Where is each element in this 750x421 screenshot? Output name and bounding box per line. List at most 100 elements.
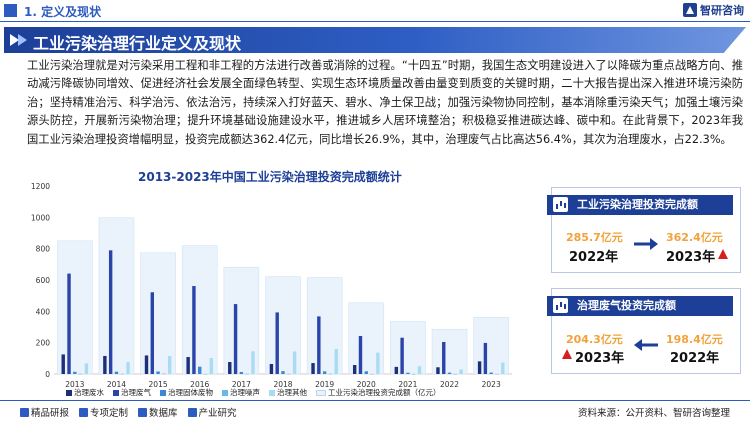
series-bar bbox=[477, 361, 482, 374]
footer-link-database[interactable]: 数据库 bbox=[138, 405, 178, 419]
waste-gas-investment-card: 治理废气投资完成额 204.3亿元 2023年 198.4亿元 2022年 bbox=[547, 288, 741, 374]
series-bar bbox=[317, 316, 321, 374]
data-source: 资料来源：公开资料、智研咨询整理 bbox=[577, 408, 730, 419]
series-bar bbox=[334, 349, 338, 374]
series-bar bbox=[84, 363, 89, 374]
series-bar bbox=[108, 250, 113, 374]
series-bar bbox=[73, 371, 77, 374]
increase-arrow-icon bbox=[562, 349, 572, 359]
series-bar bbox=[406, 372, 410, 374]
legend-label: 治理废气 bbox=[121, 388, 151, 397]
series-bar bbox=[144, 355, 149, 374]
left-arrow-icon bbox=[634, 339, 658, 351]
footer: 精品研报 专项定制 数据库 产业研究 资料来源：公开资料、智研咨询整理 bbox=[0, 400, 750, 421]
series-bar bbox=[376, 352, 380, 374]
investment-bar-chart: 0200400600800100012002013 2014 2015 2016 201… bbox=[31, 182, 512, 389]
series-bar bbox=[209, 357, 214, 374]
total-investment-card: 工业污染治理投资完成额 285.7亿元 2022年 362.4亿元 2023年 bbox=[547, 187, 741, 273]
series-bar bbox=[186, 357, 190, 374]
footer-divider bbox=[0, 400, 750, 401]
card-left-year: 2022年 bbox=[569, 250, 619, 265]
series-bar bbox=[364, 371, 368, 374]
footer-link-label: 精品研报 bbox=[31, 408, 70, 419]
footer-link-reports[interactable]: 精品研报 bbox=[20, 405, 69, 419]
series-bar bbox=[417, 366, 422, 374]
legend-label: 治理其他 bbox=[277, 388, 307, 397]
legend-label: 工业污染治理投资完成额（亿元） bbox=[328, 388, 441, 397]
page-banner: 工业污染治理行业定义及现状 bbox=[4, 27, 746, 53]
series-bar bbox=[292, 351, 297, 374]
total-bar bbox=[57, 240, 93, 375]
y-tick-label: 600 bbox=[36, 276, 51, 285]
total-bar bbox=[98, 217, 135, 375]
series-bar bbox=[442, 341, 446, 374]
series-bar bbox=[281, 371, 285, 374]
footer-links: 精品研报 专项定制 数据库 产业研究 bbox=[20, 405, 237, 419]
legend-label: 治理噪声 bbox=[230, 388, 260, 397]
series-bar bbox=[78, 373, 83, 375]
card-header: 工业污染治理投资完成额 bbox=[547, 195, 733, 215]
series-bar bbox=[394, 366, 399, 374]
legend-swatch bbox=[269, 389, 275, 396]
legend-item-solid-waste: 治理固体废物 bbox=[160, 387, 213, 398]
right-arrow-icon bbox=[634, 238, 658, 250]
footer-link-label: 产业研究 bbox=[198, 408, 237, 419]
y-tick-label: 0 bbox=[45, 370, 50, 379]
legend-item-other: 治理其他 bbox=[269, 387, 307, 398]
series-bar bbox=[275, 312, 279, 374]
series-bar bbox=[156, 371, 160, 374]
series-bar bbox=[447, 372, 452, 374]
y-tick-label: 1200 bbox=[31, 182, 50, 191]
y-tick-label: 200 bbox=[36, 339, 51, 348]
series-bar bbox=[103, 355, 107, 374]
series-bar bbox=[322, 371, 327, 374]
card-left-value: 204.3亿元 bbox=[566, 333, 623, 346]
series-bar bbox=[162, 373, 166, 375]
card-left-year: 2023年 bbox=[575, 351, 625, 366]
legend-label: 治理废水 bbox=[74, 388, 104, 397]
bar-chart-icon bbox=[553, 197, 568, 212]
research-icon bbox=[187, 408, 197, 417]
footer-link-research[interactable]: 产业研究 bbox=[187, 405, 237, 419]
section-marker bbox=[4, 4, 17, 17]
legend-swatch bbox=[66, 389, 72, 396]
page-title: 工业污染治理行业定义及现状 bbox=[33, 34, 242, 53]
database-icon bbox=[138, 408, 148, 417]
chart-legend: 治理废水 治理废气 治理固体废物 治理噪声 治理其他 工业污染治理投资完成额（亿… bbox=[66, 387, 441, 398]
series-bar bbox=[126, 362, 130, 374]
series-bar bbox=[239, 372, 244, 374]
legend-swatch bbox=[316, 389, 326, 396]
series-bar bbox=[233, 304, 238, 374]
series-bar bbox=[150, 292, 154, 374]
card-header: 治理废气投资完成额 bbox=[547, 296, 733, 316]
series-bar bbox=[495, 373, 499, 375]
series-bar bbox=[245, 373, 249, 375]
total-bar bbox=[390, 321, 426, 375]
card-right-year: 2022年 bbox=[670, 351, 720, 366]
x-tick-label: 2023 bbox=[482, 380, 501, 389]
series-bar bbox=[328, 373, 333, 375]
series-bar bbox=[120, 373, 124, 375]
card-right-value: 362.4亿元 bbox=[666, 231, 723, 244]
series-bar bbox=[114, 371, 119, 374]
series-bar bbox=[459, 369, 463, 374]
card-right-year: 2023年 bbox=[666, 250, 716, 265]
banner-arrow-icon-2 bbox=[18, 34, 27, 46]
series-bar bbox=[436, 367, 440, 374]
series-bar bbox=[311, 363, 315, 374]
series-bar bbox=[228, 362, 232, 374]
footer-link-label: 数据库 bbox=[149, 408, 178, 419]
legend-item-noise: 治理噪声 bbox=[222, 387, 260, 398]
total-bar bbox=[181, 245, 218, 375]
intro-paragraph: 工业污染治理就是对污染采用工程和非工程的方法进行改善或消除的过程。“十四五”时期… bbox=[27, 59, 743, 146]
top-bar: 1. 定义及现状 智研咨询 bbox=[0, 0, 750, 22]
series-bar bbox=[352, 365, 357, 374]
card-title: 工业污染治理投资完成额 bbox=[577, 198, 698, 211]
series-bar bbox=[251, 351, 255, 374]
series-bar bbox=[453, 373, 458, 375]
footer-link-custom[interactable]: 专项定制 bbox=[79, 405, 128, 419]
legend-item-total: 工业污染治理投资完成额（亿元） bbox=[316, 387, 441, 398]
series-bar bbox=[370, 373, 374, 375]
series-bar bbox=[167, 356, 172, 374]
series-bar bbox=[67, 273, 71, 374]
